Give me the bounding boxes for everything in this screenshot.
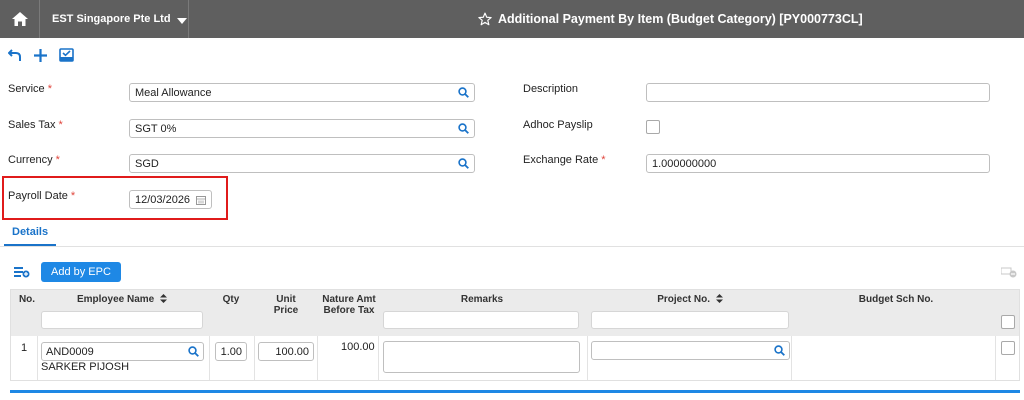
tabs-divider — [0, 246, 1024, 247]
page-title-area: Additional Payment By Item (Budget Categ… — [478, 0, 863, 38]
payroll-date-input[interactable]: 12/03/2026 — [129, 190, 212, 209]
grid-header: No. Employee Name Qty Unit Price Nature … — [11, 290, 1019, 336]
select-all-checkbox[interactable] — [1001, 315, 1015, 329]
save-icon[interactable] — [59, 48, 74, 62]
col-divider — [995, 336, 996, 380]
col-budget-header: Budget Sch No. — [858, 294, 934, 305]
home-button[interactable] — [0, 0, 40, 38]
project-filter-input[interactable] — [591, 311, 789, 329]
remarks-filter-input[interactable] — [383, 311, 579, 329]
col-divider — [317, 336, 318, 380]
adhoc-payslip-label: Adhoc Payslip — [523, 119, 593, 131]
sales-tax-input[interactable]: SGT 0% — [129, 119, 475, 138]
col-divider — [209, 336, 210, 380]
remove-row-icon[interactable] — [1000, 266, 1017, 281]
search-icon[interactable] — [458, 123, 469, 134]
details-grid: No. Employee Name Qty Unit Price Nature … — [10, 289, 1020, 381]
remarks-input[interactable] — [383, 341, 580, 373]
currency-label: Currency * — [8, 154, 60, 166]
service-input[interactable]: Meal Allowance — [129, 83, 475, 102]
row-select-checkbox[interactable] — [1001, 341, 1015, 355]
add-row-icon[interactable] — [14, 266, 30, 281]
currency-input[interactable]: SGD — [129, 154, 475, 173]
col-employee-header[interactable]: Employee Name — [41, 294, 203, 305]
col-divider — [378, 336, 379, 380]
employee-filter-input[interactable] — [41, 311, 203, 329]
employee-name: SARKER PIJOSH — [41, 361, 130, 373]
sort-icon[interactable] — [160, 294, 168, 303]
home-icon — [11, 12, 28, 26]
company-selector[interactable]: EST Singapore Pte Ltd — [52, 0, 187, 38]
description-label: Description — [523, 83, 579, 95]
col-nature-amt-header: Nature Amt Before Tax — [322, 294, 376, 316]
tab-details[interactable]: Details — [12, 226, 48, 238]
col-divider — [791, 336, 792, 380]
search-icon[interactable] — [458, 158, 469, 169]
row-number: 1 — [21, 342, 28, 354]
nature-amt-value: 100.00 — [341, 341, 375, 353]
exchange-rate-input[interactable]: 1.000000000 — [646, 154, 990, 173]
search-icon[interactable] — [188, 346, 199, 357]
description-input[interactable] — [646, 83, 990, 102]
add-by-epc-button[interactable]: Add by EPC — [41, 262, 121, 282]
col-qty-header: Qty — [222, 294, 240, 305]
sales-tax-label: Sales Tax * — [8, 119, 63, 131]
service-label: Service * — [8, 83, 52, 95]
qty-input[interactable]: 1.00 — [215, 342, 247, 361]
calendar-icon[interactable] — [196, 195, 206, 205]
project-input[interactable] — [591, 341, 790, 360]
payroll-date-label: Payroll Date * — [8, 190, 76, 202]
col-divider — [587, 336, 588, 380]
col-divider — [37, 336, 38, 380]
add-icon[interactable] — [34, 48, 47, 62]
page-title: Additional Payment By Item (Budget Categ… — [498, 12, 863, 26]
col-remarks-header: Remarks — [460, 294, 504, 305]
top-bar: EST Singapore Pte Ltd Additional Payment… — [0, 0, 1024, 38]
search-icon[interactable] — [774, 345, 785, 356]
col-no-header: No. — [18, 294, 36, 305]
section-accent-bar — [10, 390, 1020, 393]
sort-icon[interactable] — [715, 294, 723, 303]
company-name: EST Singapore Pte Ltd — [52, 13, 171, 25]
col-project-header[interactable]: Project No. — [590, 294, 790, 305]
adhoc-payslip-checkbox[interactable] — [646, 120, 660, 134]
unit-price-input[interactable]: 100.00 — [258, 342, 314, 361]
header-divider — [188, 0, 189, 38]
employee-code-input[interactable]: AND0009 — [41, 342, 204, 361]
undo-icon[interactable] — [8, 48, 22, 62]
action-toolbar — [8, 45, 74, 65]
col-unit-price-header: Unit Price — [273, 294, 299, 316]
exchange-rate-label: Exchange Rate * — [523, 154, 606, 166]
col-divider — [254, 336, 255, 380]
star-icon[interactable] — [478, 12, 492, 26]
search-icon[interactable] — [458, 87, 469, 98]
caret-down-icon — [176, 17, 187, 24]
